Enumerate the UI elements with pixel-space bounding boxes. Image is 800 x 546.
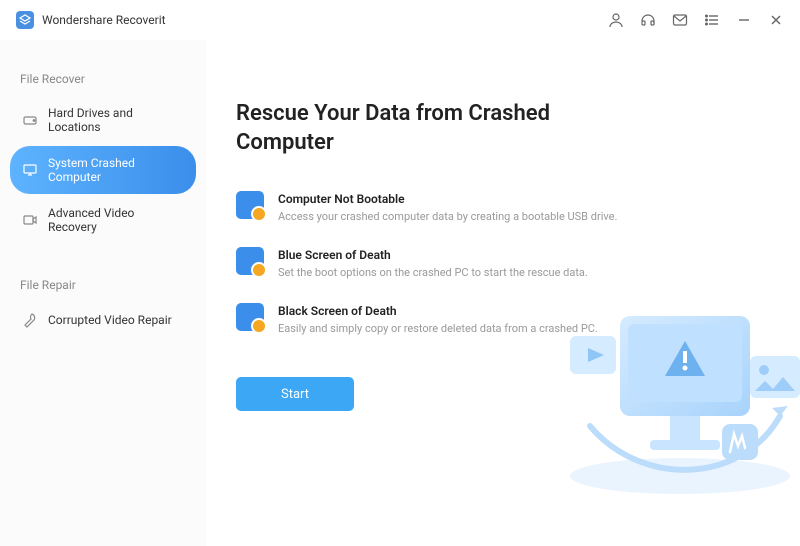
hard-drive-icon <box>22 112 38 128</box>
feature-title: Computer Not Bootable <box>278 192 617 206</box>
minimize-icon[interactable] <box>736 12 752 28</box>
titlebar-right <box>608 12 784 28</box>
feature-monitor-icon <box>236 191 264 219</box>
main-area: File Recover Hard Drives and Locations S… <box>0 40 800 546</box>
sidebar-item-label: System Crashed Computer <box>48 156 184 184</box>
wrench-icon <box>22 312 38 328</box>
list-icon[interactable] <box>704 12 720 28</box>
feature-item: Black Screen of Death Easily and simply … <box>236 303 760 335</box>
page-title: Rescue Your Data from Crashed Computer <box>236 100 596 157</box>
feature-title: Blue Screen of Death <box>278 248 588 262</box>
feature-bluescreen-icon <box>236 247 264 275</box>
sidebar-item-video-recovery[interactable]: Advanced Video Recovery <box>10 196 196 244</box>
feature-item: Computer Not Bootable Access your crashe… <box>236 191 760 223</box>
sidebar-item-label: Corrupted Video Repair <box>48 313 172 327</box>
headset-icon[interactable] <box>640 12 656 28</box>
feature-desc: Set the boot options on the crashed PC t… <box>278 266 588 279</box>
feature-desc: Easily and simply copy or restore delete… <box>278 322 598 335</box>
sidebar-item-label: Hard Drives and Locations <box>48 106 184 134</box>
section-label-recover: File Recover <box>10 64 196 94</box>
app-title: Wondershare Recoverit <box>42 13 166 27</box>
sidebar-item-video-repair[interactable]: Corrupted Video Repair <box>10 302 196 338</box>
sidebar-item-crashed[interactable]: System Crashed Computer <box>10 146 196 194</box>
video-icon <box>22 212 38 228</box>
feature-blackscreen-icon <box>236 303 264 331</box>
content: Rescue Your Data from Crashed Computer C… <box>206 40 800 546</box>
feature-title: Black Screen of Death <box>278 304 598 318</box>
start-button[interactable]: Start <box>236 377 354 411</box>
feature-list: Computer Not Bootable Access your crashe… <box>236 191 760 335</box>
mail-icon[interactable] <box>672 12 688 28</box>
titlebar: Wondershare Recoverit <box>0 0 800 40</box>
close-icon[interactable] <box>768 12 784 28</box>
feature-item: Blue Screen of Death Set the boot option… <box>236 247 760 279</box>
app-logo-icon <box>16 11 34 29</box>
sidebar-item-label: Advanced Video Recovery <box>48 206 184 234</box>
feature-desc: Access your crashed computer data by cre… <box>278 210 617 223</box>
sidebar-item-hard-drives[interactable]: Hard Drives and Locations <box>10 96 196 144</box>
user-icon[interactable] <box>608 12 624 28</box>
sidebar: File Recover Hard Drives and Locations S… <box>0 40 206 546</box>
monitor-icon <box>22 162 38 178</box>
section-label-repair: File Repair <box>10 270 196 300</box>
titlebar-left: Wondershare Recoverit <box>16 11 166 29</box>
